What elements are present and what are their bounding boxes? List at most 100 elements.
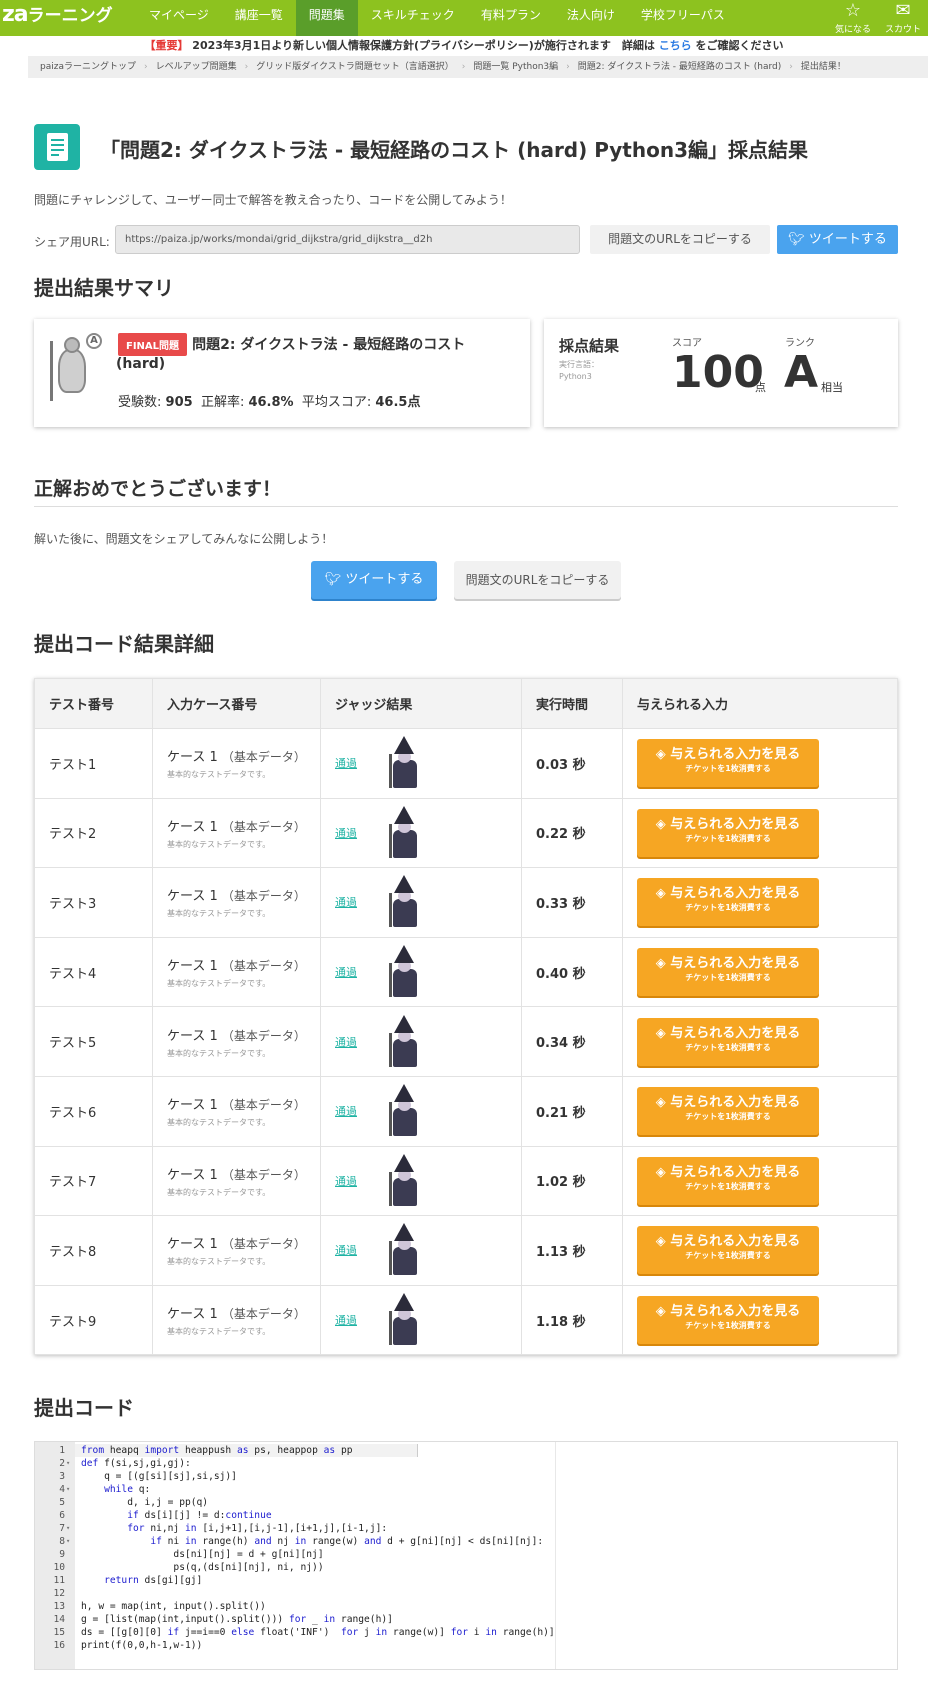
table-row: テスト8 ケース 1 （基本データ） 基本的なテストデータです。 通過 1.13 秒 ◈ … [34, 1215, 898, 1286]
view-input-button[interactable]: ◈ 与えられる入力を見る チケットを1枚消費する [637, 878, 819, 927]
nav-item-3[interactable]: 問題集 [295, 0, 358, 36]
view-input-sublabel: チケットを1枚消費する [685, 1181, 771, 1191]
view-input-button[interactable]: ◈ 与えられる入力を見る チケットを1枚消費する [637, 739, 819, 788]
judge-pass-link[interactable]: 通過 [335, 1173, 387, 1189]
view-input-button[interactable]: ◈ 与えられる入力を見る チケットを1枚消費する [637, 948, 819, 997]
problem-summary-card: A FINAL問題 問題2: ダイクストラ法 - 最短経路のコスト (hard)… [34, 319, 530, 427]
view-input-label: 与えられる入力を見る [670, 816, 801, 832]
judge-pass-link[interactable]: 通過 [335, 1034, 387, 1050]
wizard-character-icon [387, 1153, 421, 1208]
breadcrumb-item[interactable]: グリッド版ダイクストラ問題セット（言語選択） [256, 62, 454, 72]
nav-item-6[interactable]: 法人向け [554, 0, 628, 36]
line-number: 8 [59, 1536, 65, 1547]
test-number: テスト8 [34, 1215, 153, 1286]
ticket-icon: ◈ [655, 1164, 671, 1180]
share-url-field[interactable]: https://paiza.jp/works/mondai/grid_dijks… [115, 225, 580, 254]
judge-pass-link[interactable]: 通過 [335, 1312, 387, 1328]
congrats-text: 解いた後に、問題文をシェアしてみんなに公開しよう！ [34, 532, 334, 546]
view-input-button[interactable]: ◈ 与えられる入力を見る チケットを1枚消費する [637, 1156, 819, 1205]
breadcrumb-item[interactable]: 問題2: ダイクストラ法 - 最短経路のコスト (hard) [578, 62, 782, 72]
problem-icon [34, 124, 80, 170]
congrats-heading: 正解おめでとうございます！ [34, 478, 282, 500]
submitted-code-editor[interactable]: 1 from heapq import heappush as ps, heapp… [34, 1441, 898, 1670]
details-heading: 提出コード結果詳細 [34, 632, 214, 656]
judge-result: 通過 [320, 1284, 522, 1356]
code-text: ps(q,(ds[ni][nj], ni, nj)) [81, 1562, 324, 1573]
paiza-logo[interactable]: zaラーニング [0, 0, 113, 36]
star-icon: ☆ [844, 0, 862, 21]
fold-toggle-icon[interactable]: ▾ [66, 1522, 70, 1535]
fold-toggle-icon[interactable]: ▾ [66, 1483, 70, 1496]
case-label: ケース 1 [167, 959, 218, 975]
case-label: ケース 1 [167, 1307, 218, 1323]
notice-suffix: をご確認ください [695, 39, 784, 52]
line-number: 7 [59, 1523, 65, 1534]
view-input-button[interactable]: ◈ 与えられる入力を見る チケットを1枚消費する [637, 1226, 819, 1275]
case-description: 基本的なテストデータです。 [167, 909, 271, 919]
case-description: 基本的なテストデータです。 [167, 1327, 271, 1337]
judge-pass-link[interactable]: 通過 [335, 755, 387, 771]
share-url-label: シェア用URL: [34, 235, 110, 249]
judge-pass-link[interactable]: 通過 [335, 894, 387, 910]
judge-result: 通過 [320, 936, 522, 1008]
star-button[interactable]: ☆ 気になる [828, 0, 878, 36]
input-cell: ◈ 与えられる入力を見る チケットを1枚消費する [622, 1006, 898, 1077]
breadcrumb-item[interactable]: レベルアップ問題集 [156, 62, 237, 72]
breadcrumb-separator-icon: › [244, 62, 249, 72]
input-case: ケース 1 （基本データ） 基本的なテストデータです。 [152, 936, 321, 1008]
execution-time: 0.33 秒 [521, 867, 623, 938]
breadcrumb-item[interactable]: paizaラーニングトップ [40, 62, 136, 72]
case-label: ケース 1 [167, 1028, 218, 1044]
congrats-divider [34, 506, 898, 507]
copy-url-button[interactable]: 問題文のURLをコピーする [590, 225, 770, 254]
view-input-button[interactable]: ◈ 与えられる入力を見る チケットを1枚消費する [637, 1296, 819, 1345]
judge-pass-link[interactable]: 通過 [335, 1103, 387, 1119]
execution-time: 0.22 秒 [521, 797, 623, 869]
judge-pass-link[interactable]: 通過 [335, 1242, 387, 1258]
nav-item-4[interactable]: スキルチェック [358, 0, 468, 36]
nav-item-5[interactable]: 有料プラン [468, 0, 554, 36]
view-input-button[interactable]: ◈ 与えられる入力を見る チケットを1枚消費する [637, 1017, 819, 1066]
breadcrumb-item[interactable]: 問題一覧 Python3編 [473, 62, 558, 72]
line-number: 2 [59, 1458, 65, 1469]
line-number: 1 [59, 1445, 65, 1456]
test-results-table: テスト番号 入力ケース番号 ジャッジ結果 実行時間 与えられる入力 テスト1 ケース 1 … [34, 678, 898, 1356]
ticket-icon: ◈ [655, 1095, 671, 1111]
code-text: from heapq import heappush as ps, heappo… [81, 1445, 353, 1456]
congrats-tweet-button[interactable]: 🐦︎ ツイートする [311, 561, 437, 599]
wizard-character-icon [387, 805, 421, 860]
table-row: テスト9 ケース 1 （基本データ） 基本的なテストデータです。 通過 1.18 秒 ◈ … [34, 1284, 898, 1356]
fold-toggle-icon[interactable]: ▾ [66, 1535, 70, 1548]
rank-unit: 相当 [821, 381, 843, 394]
problem-name[interactable]: 問題2: ダイクストラ法 - 最短経路のコスト [192, 337, 465, 353]
tweet-button[interactable]: 🐦︎ ツイートする [777, 225, 898, 254]
case-label: ケース 1 [167, 889, 218, 905]
view-input-sublabel: チケットを1枚消費する [685, 1321, 771, 1331]
judge-pass-link[interactable]: 通過 [335, 964, 387, 980]
nav-item-1[interactable]: マイページ [136, 0, 222, 36]
congrats-tweet-label: ツイートする [345, 572, 424, 587]
table-row: テスト1 ケース 1 （基本データ） 基本的なテストデータです。 通過 0.03 秒 ◈ … [34, 728, 898, 799]
case-description: 基本的なテストデータです。 [167, 770, 271, 780]
notice-text: 2023年3月1日より新しい個人情報保護方針(プライバシーポリシー)が施行されま… [192, 39, 655, 52]
code-heading: 提出コード [34, 1396, 134, 1420]
view-input-label: 与えられる入力を見る [670, 747, 801, 763]
view-input-button[interactable]: ◈ 与えられる入力を見る チケットを1枚消費する [637, 808, 819, 857]
judge-result: 通過 [320, 1006, 522, 1077]
nav-item-2[interactable]: 講座一覧 [222, 0, 296, 36]
fold-toggle-icon[interactable]: ▾ [66, 1457, 70, 1470]
execution-time: 1.02 秒 [521, 1145, 623, 1217]
view-input-sublabel: チケットを1枚消費する [685, 903, 771, 913]
mail-button[interactable]: ✉ スカウト [878, 0, 928, 36]
case-label: ケース 1 [167, 1237, 218, 1253]
congrats-copy-url-button[interactable]: 問題文のURLをコピーする [454, 561, 621, 599]
judge-pass-link[interactable]: 通過 [335, 825, 387, 841]
line-number: 10 [53, 1562, 65, 1573]
case-kind: （基本データ） [221, 1098, 306, 1113]
nav-item-7[interactable]: 学校フリーパス [628, 0, 738, 36]
breadcrumb-item: 提出結果！ [800, 62, 846, 72]
test-number: テスト7 [34, 1145, 153, 1217]
notice-link[interactable]: こちら [659, 39, 692, 52]
view-input-button[interactable]: ◈ 与えられる入力を見る チケットを1枚消費する [637, 1087, 819, 1136]
input-case: ケース 1 （基本データ） 基本的なテストデータです。 [152, 797, 321, 869]
